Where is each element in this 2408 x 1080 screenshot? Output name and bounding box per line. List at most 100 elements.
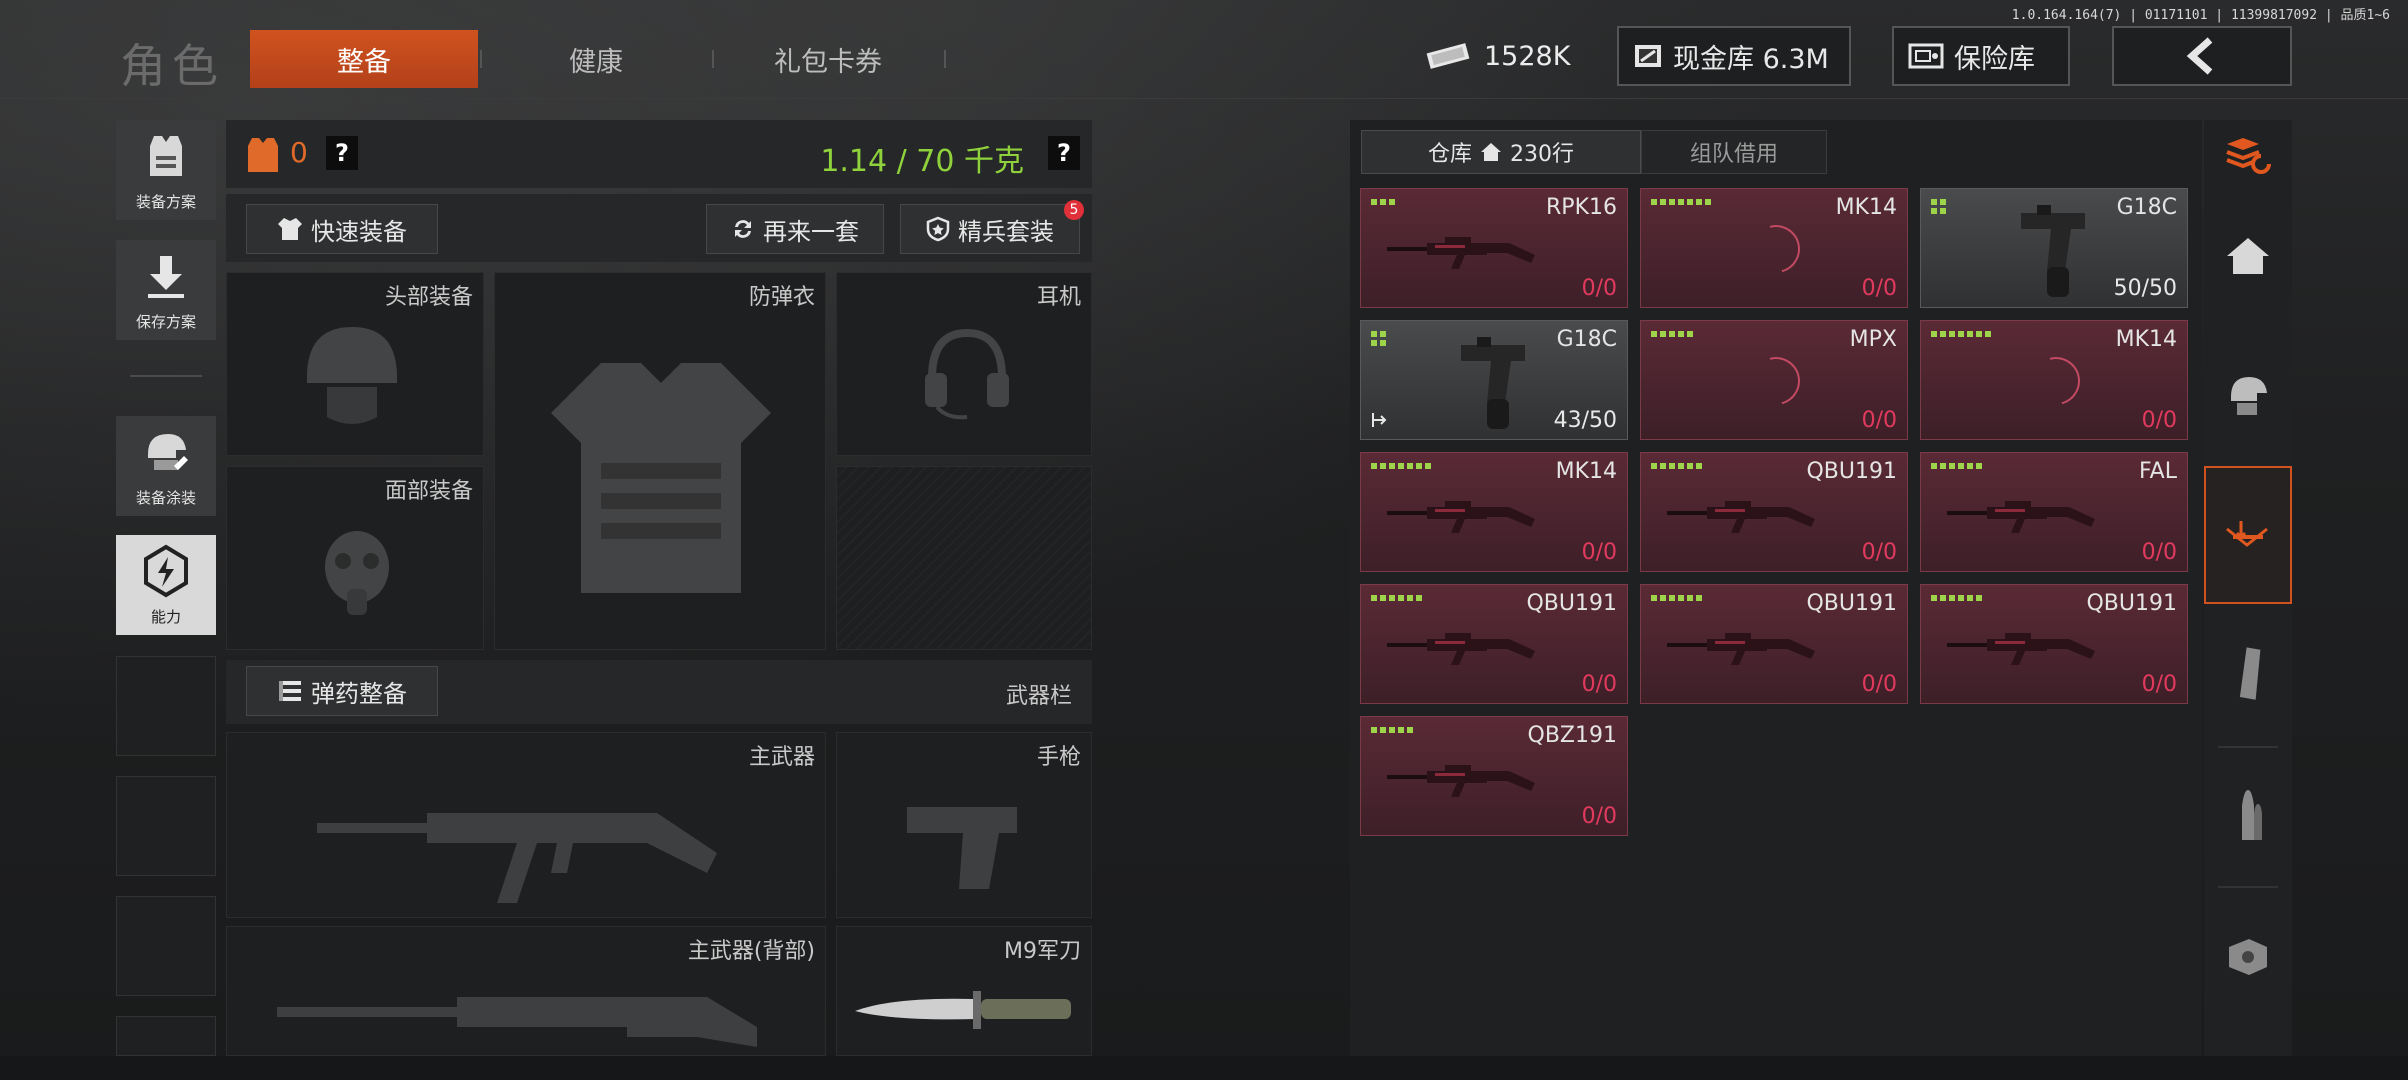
inventory-item[interactable]: MK14 0/0 [1920, 320, 2188, 440]
rifle-icon [1947, 501, 2095, 533]
item-name: MK14 [2115, 327, 2177, 352]
quality-indicator [1651, 199, 1711, 205]
equipment-plans-button[interactable]: 装备方案 [116, 120, 216, 220]
category-magazines[interactable] [2204, 610, 2292, 738]
inventory-item[interactable]: G18C 43/50 [1360, 320, 1628, 440]
item-count: 0/0 [2141, 408, 2177, 433]
storage-rows: 230行 [1510, 142, 1574, 167]
equipment-skins-button[interactable]: 装备涂装 [116, 416, 216, 516]
item-name: RPK16 [1546, 195, 1617, 220]
elite-set-button[interactable]: 精兵套装 [900, 204, 1080, 254]
vest-icon [150, 135, 182, 176]
rifle-icon [1667, 501, 1815, 533]
equip-again-label: 再来一套 [763, 217, 859, 246]
inventory-item[interactable]: QBU191 0/0 [1640, 452, 1908, 572]
quick-equip-button[interactable]: 快速装备 [246, 204, 438, 254]
knife-label: M9军刀 [1004, 939, 1081, 964]
elite-set-label: 精兵套装 [958, 217, 1054, 246]
empty-slot [116, 656, 216, 756]
category-home[interactable] [2204, 192, 2292, 320]
rifle-icon [1387, 501, 1535, 533]
tab-outfit[interactable]: 整备 [250, 30, 478, 88]
rifle-icon [1387, 237, 1535, 269]
inventory-item[interactable]: RPK16 0/0 [1360, 188, 1628, 308]
category-attachments[interactable] [2204, 892, 2292, 1020]
currency-amount: 1528K [1484, 40, 1571, 72]
quality-indicator [1371, 463, 1431, 469]
ammo-equip-button[interactable]: 弹药整备 [246, 666, 438, 716]
empty-slot [116, 1016, 216, 1056]
weight-help-icon[interactable]: ? [1048, 136, 1080, 170]
item-name: MK14 [1835, 195, 1897, 220]
shield-icon [926, 216, 950, 242]
body-armor-slot[interactable]: 防弹衣 [494, 272, 826, 650]
quality-indicator [1931, 331, 1991, 337]
rifle-icon [1387, 633, 1535, 665]
item-count: 0/0 [1581, 276, 1617, 301]
helmet-icon [307, 327, 397, 424]
inventory-item[interactable]: FAL 0/0 [1920, 452, 2188, 572]
quality-indicator [1371, 727, 1413, 733]
inventory-item[interactable]: MK14 0/0 [1360, 452, 1628, 572]
empty-slot [116, 896, 216, 996]
quality-indicator [1371, 199, 1395, 205]
lightning-hex-icon [144, 544, 188, 597]
bottom-edge [0, 1056, 2408, 1080]
back-weapon-label: 主武器(背部) [687, 939, 815, 964]
home-icon [1481, 143, 1501, 161]
equip-again-button[interactable]: 再来一套 [706, 204, 884, 254]
item-count: 0/0 [1581, 540, 1617, 565]
cash-vault-button[interactable]: 现金库 6.3M [1617, 26, 1851, 86]
tab-storage[interactable]: 仓库 230行 [1361, 130, 1641, 174]
head-gear-slot[interactable]: 头部装备 [226, 272, 484, 456]
inventory-item[interactable]: QBU191 0/0 [1360, 584, 1628, 704]
item-count: 0/0 [2141, 672, 2177, 697]
tab-gift-cards[interactable]: 礼包卡券 [714, 30, 942, 88]
ability-button[interactable]: 能力 [116, 535, 216, 635]
sort-button[interactable] [2204, 120, 2292, 188]
headset-slot[interactable]: 耳机 [836, 272, 1092, 456]
knife-slot[interactable]: M9军刀 [836, 926, 1092, 1056]
safe-icon [1908, 43, 1944, 69]
item-count: 0/0 [1581, 672, 1617, 697]
head-gear-label: 头部装备 [384, 285, 473, 310]
inventory-item[interactable]: QBU191 0/0 [1920, 584, 2188, 704]
download-icon [148, 255, 184, 298]
category-weapons[interactable] [2204, 466, 2292, 604]
face-gear-slot[interactable]: 面部装备 [226, 466, 484, 650]
inventory-item[interactable]: MPX 0/0 [1640, 320, 1908, 440]
primary-weapon-slot[interactable]: 主武器 [226, 732, 826, 918]
back-button[interactable] [2112, 26, 2292, 86]
item-count: 0/0 [1581, 804, 1617, 829]
inventory-item[interactable]: QBU191 0/0 [1640, 584, 1908, 704]
equipment-skins-label: 装备涂装 [135, 489, 196, 507]
inventory-item[interactable]: QBZ191 0/0 [1360, 716, 1628, 836]
locked-slot [836, 466, 1092, 650]
tab-health[interactable]: 健康 [482, 30, 710, 88]
quality-indicator [1651, 463, 1702, 469]
inventory-item[interactable]: MK14 0/0 [1640, 188, 1908, 308]
quality-indicator [1371, 595, 1422, 601]
bullet-icon [2242, 790, 2262, 840]
item-name: QBU191 [1806, 591, 1897, 616]
home-icon [2227, 238, 2269, 274]
category-gear[interactable] [2204, 330, 2292, 458]
safe-label: 保险库 [1954, 43, 2035, 75]
tab-team-borrow[interactable]: 组队借用 [1641, 130, 1827, 174]
item-count: 0/0 [1861, 408, 1897, 433]
category-ammo[interactable] [2204, 752, 2292, 880]
rifle-icon [1387, 765, 1535, 797]
item-count: 0/0 [2141, 540, 2177, 565]
knife-icon [855, 991, 1071, 1029]
safe-button[interactable]: 保险库 [1892, 26, 2070, 86]
quality-indicator [1371, 331, 1386, 346]
pistol-slot[interactable]: 手枪 [836, 732, 1092, 918]
help-icon[interactable]: ? [326, 136, 358, 170]
magazine-icon [2239, 647, 2261, 700]
back-weapon-slot[interactable]: 主武器(背部) [226, 926, 826, 1056]
save-plan-button[interactable]: 保存方案 [116, 240, 216, 340]
helmet-vest-icon [2231, 377, 2267, 415]
quality-indicator [1651, 331, 1693, 337]
inventory-item[interactable]: G18C 50/50 [1920, 188, 2188, 308]
headset-icon [925, 328, 1009, 420]
